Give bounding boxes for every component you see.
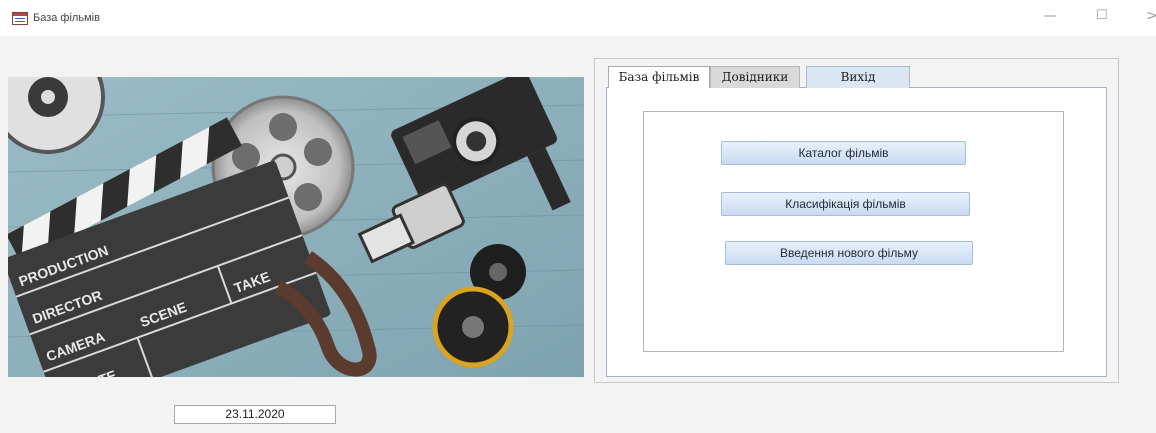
tab-exit[interactable]: Вихід — [806, 66, 910, 88]
tab-references[interactable]: Довідники — [710, 66, 800, 88]
form-icon — [12, 12, 28, 25]
tab-film-database[interactable]: База фільмів — [608, 66, 710, 88]
window-title: База фільмів — [33, 12, 100, 24]
film-photo-illustration: PRODUCTION DIRECTOR CAMERA SCENE TAKE DA… — [8, 77, 584, 377]
film-equipment-photo: PRODUCTION DIRECTOR CAMERA SCENE TAKE DA… — [8, 77, 584, 377]
app-window: База фільмів — ☐ > PRODUCTION DIRECTOR C… — [0, 0, 1156, 433]
add-new-film-button[interactable]: Введення нового фільму — [725, 241, 973, 265]
date-field: 23.11.2020 — [174, 405, 336, 424]
next-arrow-button[interactable]: > — [1146, 8, 1156, 24]
minimize-button[interactable]: — — [1043, 8, 1057, 24]
film-classification-button[interactable]: Класифікація фільмів — [721, 192, 970, 216]
film-catalog-button[interactable]: Каталог фільмів — [721, 141, 966, 165]
maximize-button[interactable]: ☐ — [1096, 8, 1108, 23]
title-bar: База фільмів — ☐ > — [0, 0, 1156, 36]
